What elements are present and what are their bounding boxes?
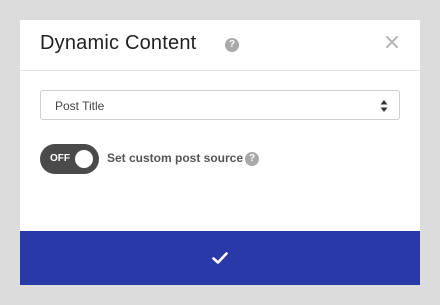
close-icon[interactable] bbox=[384, 34, 400, 50]
confirm-button[interactable] bbox=[20, 231, 420, 285]
dynamic-content-modal: Dynamic Content ? Post Title OFF Set cus… bbox=[20, 20, 420, 285]
help-icon[interactable]: ? bbox=[225, 38, 239, 52]
dynamic-content-select[interactable]: Post Title bbox=[40, 90, 400, 120]
modal-header: Dynamic Content ? bbox=[20, 20, 420, 71]
help-icon[interactable]: ? bbox=[245, 152, 259, 166]
toggle-knob bbox=[75, 150, 93, 168]
toggle-label: Set custom post source bbox=[107, 151, 244, 165]
select-arrows-icon bbox=[380, 100, 388, 112]
check-icon bbox=[212, 252, 228, 264]
custom-source-toggle[interactable]: OFF bbox=[40, 144, 99, 174]
toggle-state-label: OFF bbox=[50, 153, 70, 164]
select-value: Post Title bbox=[55, 99, 105, 113]
modal-title: Dynamic Content bbox=[40, 32, 197, 54]
